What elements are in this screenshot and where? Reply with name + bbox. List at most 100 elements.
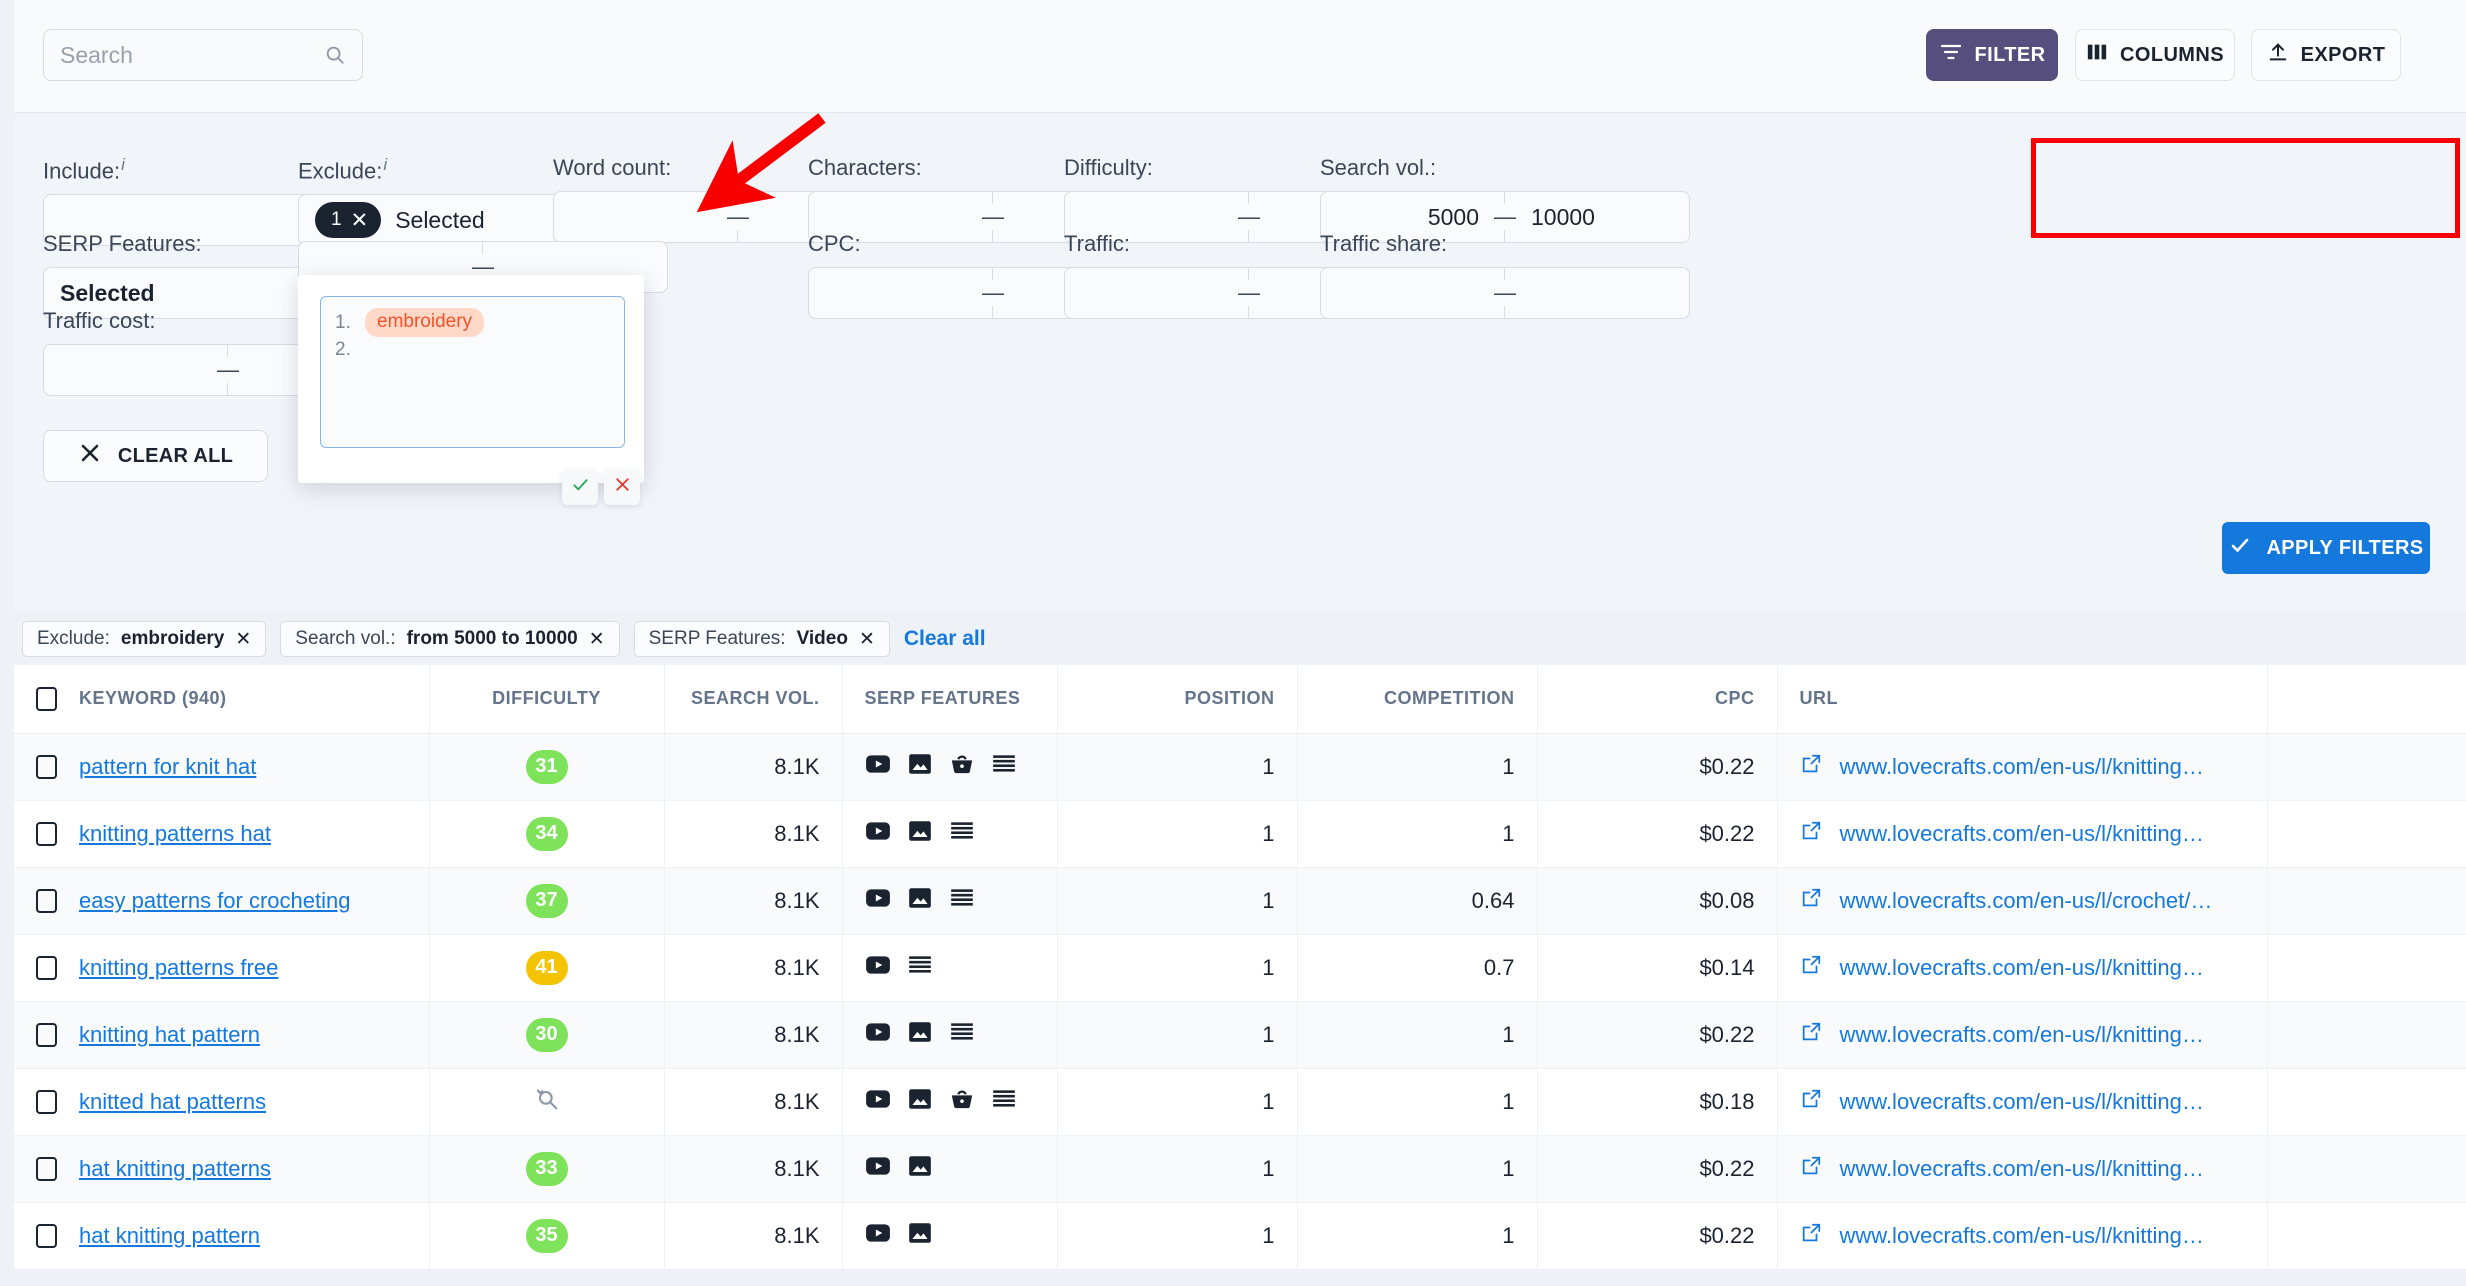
snippet-icon[interactable] <box>991 751 1017 783</box>
table-row[interactable]: hat knitting patterns 33 8.1K 1 1 $0.22 www.lo… <box>14 1135 2466 1203</box>
external-link-icon[interactable] <box>1800 887 1822 915</box>
select-all-checkbox[interactable] <box>36 686 57 711</box>
search-input[interactable]: Search <box>43 29 363 81</box>
row-checkbox[interactable] <box>36 821 57 846</box>
row-checkbox[interactable] <box>36 888 57 913</box>
url-link[interactable]: www.lovecrafts.com/en-us/l/knitting… <box>1840 821 2204 847</box>
keyword-link[interactable]: knitting patterns free <box>79 955 278 981</box>
video-icon[interactable] <box>865 952 891 984</box>
keyword-link[interactable]: hat knitting patterns <box>79 1156 271 1182</box>
traffic-share-range[interactable]: — <box>1320 267 1690 319</box>
video-icon[interactable] <box>865 885 891 917</box>
video-icon[interactable] <box>865 1153 891 1185</box>
traffic-share-min[interactable] <box>1321 268 1505 318</box>
shopping-icon[interactable] <box>949 1086 975 1118</box>
table-row[interactable]: pattern for knit hat 31 8.1K 1 1 $0.22 www.lov… <box>14 733 2466 801</box>
table-row[interactable]: knitting hat pattern 30 8.1K 1 1 $0.22 www.lov… <box>14 1001 2466 1069</box>
exclude-tag[interactable]: embroidery <box>365 308 485 337</box>
snippet-icon[interactable] <box>949 818 975 850</box>
external-link-icon[interactable] <box>1800 1021 1822 1049</box>
image-icon[interactable] <box>907 1019 933 1051</box>
url-link[interactable]: www.lovecrafts.com/en-us/l/knitting… <box>1840 754 2204 780</box>
col-search-vol[interactable]: SEARCH VOL. <box>664 665 843 734</box>
table-row[interactable]: knitted hat patterns 8.1K 1 1 $0.18 www.lovec… <box>14 1068 2466 1136</box>
video-icon[interactable] <box>865 1086 891 1118</box>
external-link-icon[interactable] <box>1800 1222 1822 1250</box>
table-row[interactable]: hat knitting pattern 35 8.1K 1 1 $0.22 www.lov… <box>14 1202 2466 1270</box>
video-icon[interactable] <box>865 1220 891 1252</box>
list-item[interactable]: 2. <box>321 336 624 363</box>
url-link[interactable]: www.lovecrafts.com/en-us/l/knitting… <box>1840 1223 2204 1249</box>
snippet-icon[interactable] <box>949 1019 975 1051</box>
close-icon[interactable]: ✕ <box>351 210 369 231</box>
shopping-icon[interactable] <box>949 751 975 783</box>
url-link[interactable]: www.lovecrafts.com/en-us/l/knitting… <box>1840 1156 2204 1182</box>
row-checkbox[interactable] <box>36 955 57 980</box>
external-link-icon[interactable] <box>1800 1155 1822 1183</box>
url-link[interactable]: www.lovecrafts.com/en-us/l/crochet/… <box>1840 888 2213 914</box>
columns-button[interactable]: COLUMNS <box>2075 29 2235 81</box>
list-item[interactable]: 1. embroidery <box>321 308 624 337</box>
col-url[interactable]: URL <box>1777 665 2268 734</box>
row-checkbox[interactable] <box>36 1156 57 1181</box>
cpc-min[interactable] <box>809 268 993 318</box>
col-competition[interactable]: COMPETITION <box>1297 665 1538 734</box>
col-keyword[interactable]: KEYWORD (940) <box>14 665 430 734</box>
keyword-link[interactable]: knitted hat patterns <box>79 1089 266 1115</box>
row-checkbox[interactable] <box>36 754 57 779</box>
external-link-icon[interactable] <box>1800 753 1822 781</box>
video-icon[interactable] <box>865 1019 891 1051</box>
columns-label: COLUMNS <box>2120 43 2224 66</box>
keyword-link[interactable]: easy patterns for crocheting <box>79 888 350 914</box>
row-checkbox[interactable] <box>36 1022 57 1047</box>
table-row[interactable]: easy patterns for crocheting 37 8.1K 1 0.64 $… <box>14 867 2466 935</box>
snippet-icon[interactable] <box>991 1086 1017 1118</box>
image-icon[interactable] <box>907 1086 933 1118</box>
row-checkbox[interactable] <box>36 1089 57 1114</box>
image-icon[interactable] <box>907 1153 933 1185</box>
close-icon[interactable]: ✕ <box>235 628 251 651</box>
chip-serp-features[interactable]: SERP Features: Video ✕ <box>633 621 890 657</box>
snippet-icon[interactable] <box>949 885 975 917</box>
external-link-icon[interactable] <box>1800 954 1822 982</box>
traffic-cost-min[interactable] <box>44 345 228 395</box>
clear-all-button[interactable]: CLEAR ALL <box>43 430 268 482</box>
video-icon[interactable] <box>865 751 891 783</box>
col-cpc[interactable]: CPC <box>1537 665 1778 734</box>
image-icon[interactable] <box>907 751 933 783</box>
clear-all-link[interactable]: Clear all <box>904 627 986 651</box>
cell-actions <box>2267 800 2466 868</box>
col-serp-features[interactable]: SERP FEATURES <box>842 665 1058 734</box>
keyword-link[interactable]: knitting hat pattern <box>79 1022 260 1048</box>
url-link[interactable]: www.lovecrafts.com/en-us/l/knitting… <box>1840 1089 2204 1115</box>
url-link[interactable]: www.lovecrafts.com/en-us/l/knitting… <box>1840 955 2204 981</box>
col-position[interactable]: POSITION <box>1057 665 1298 734</box>
row-checkbox[interactable] <box>36 1223 57 1248</box>
cancel-button[interactable] <box>604 469 640 505</box>
traffic-share-max[interactable] <box>1505 268 1689 318</box>
close-icon[interactable]: ✕ <box>589 628 605 651</box>
image-icon[interactable] <box>907 885 933 917</box>
confirm-button[interactable] <box>562 469 598 505</box>
chip-exclude[interactable]: Exclude: embroidery ✕ <box>22 621 267 657</box>
traffic-min[interactable] <box>1065 268 1249 318</box>
close-icon[interactable]: ✕ <box>859 628 875 651</box>
video-icon[interactable] <box>865 818 891 850</box>
external-link-icon[interactable] <box>1800 1088 1822 1116</box>
keyword-link[interactable]: knitting patterns hat <box>79 821 271 847</box>
table-row[interactable]: knitting patterns hat 34 8.1K 1 1 $0.22 www.lo… <box>14 800 2466 868</box>
url-link[interactable]: www.lovecrafts.com/en-us/l/knitting… <box>1840 1022 2204 1048</box>
keyword-link[interactable]: pattern for knit hat <box>79 754 256 780</box>
table-row[interactable]: knitting patterns free 41 8.1K 1 0.7 $0.14 www… <box>14 934 2466 1002</box>
image-icon[interactable] <box>907 818 933 850</box>
col-difficulty[interactable]: DIFFICULTY <box>429 665 665 734</box>
keyword-link[interactable]: hat knitting pattern <box>79 1223 260 1249</box>
external-link-icon[interactable] <box>1800 820 1822 848</box>
snippet-icon[interactable] <box>907 952 933 984</box>
image-icon[interactable] <box>907 1220 933 1252</box>
exclude-tag-editor[interactable]: 1. embroidery 2. <box>320 296 625 448</box>
apply-filters-button[interactable]: APPLY FILTERS <box>2222 522 2430 574</box>
filter-button[interactable]: FILTER <box>1926 29 2058 81</box>
export-button[interactable]: EXPORT <box>2251 29 2401 81</box>
chip-search-vol[interactable]: Search vol.: from 5000 to 10000 ✕ <box>280 621 620 657</box>
